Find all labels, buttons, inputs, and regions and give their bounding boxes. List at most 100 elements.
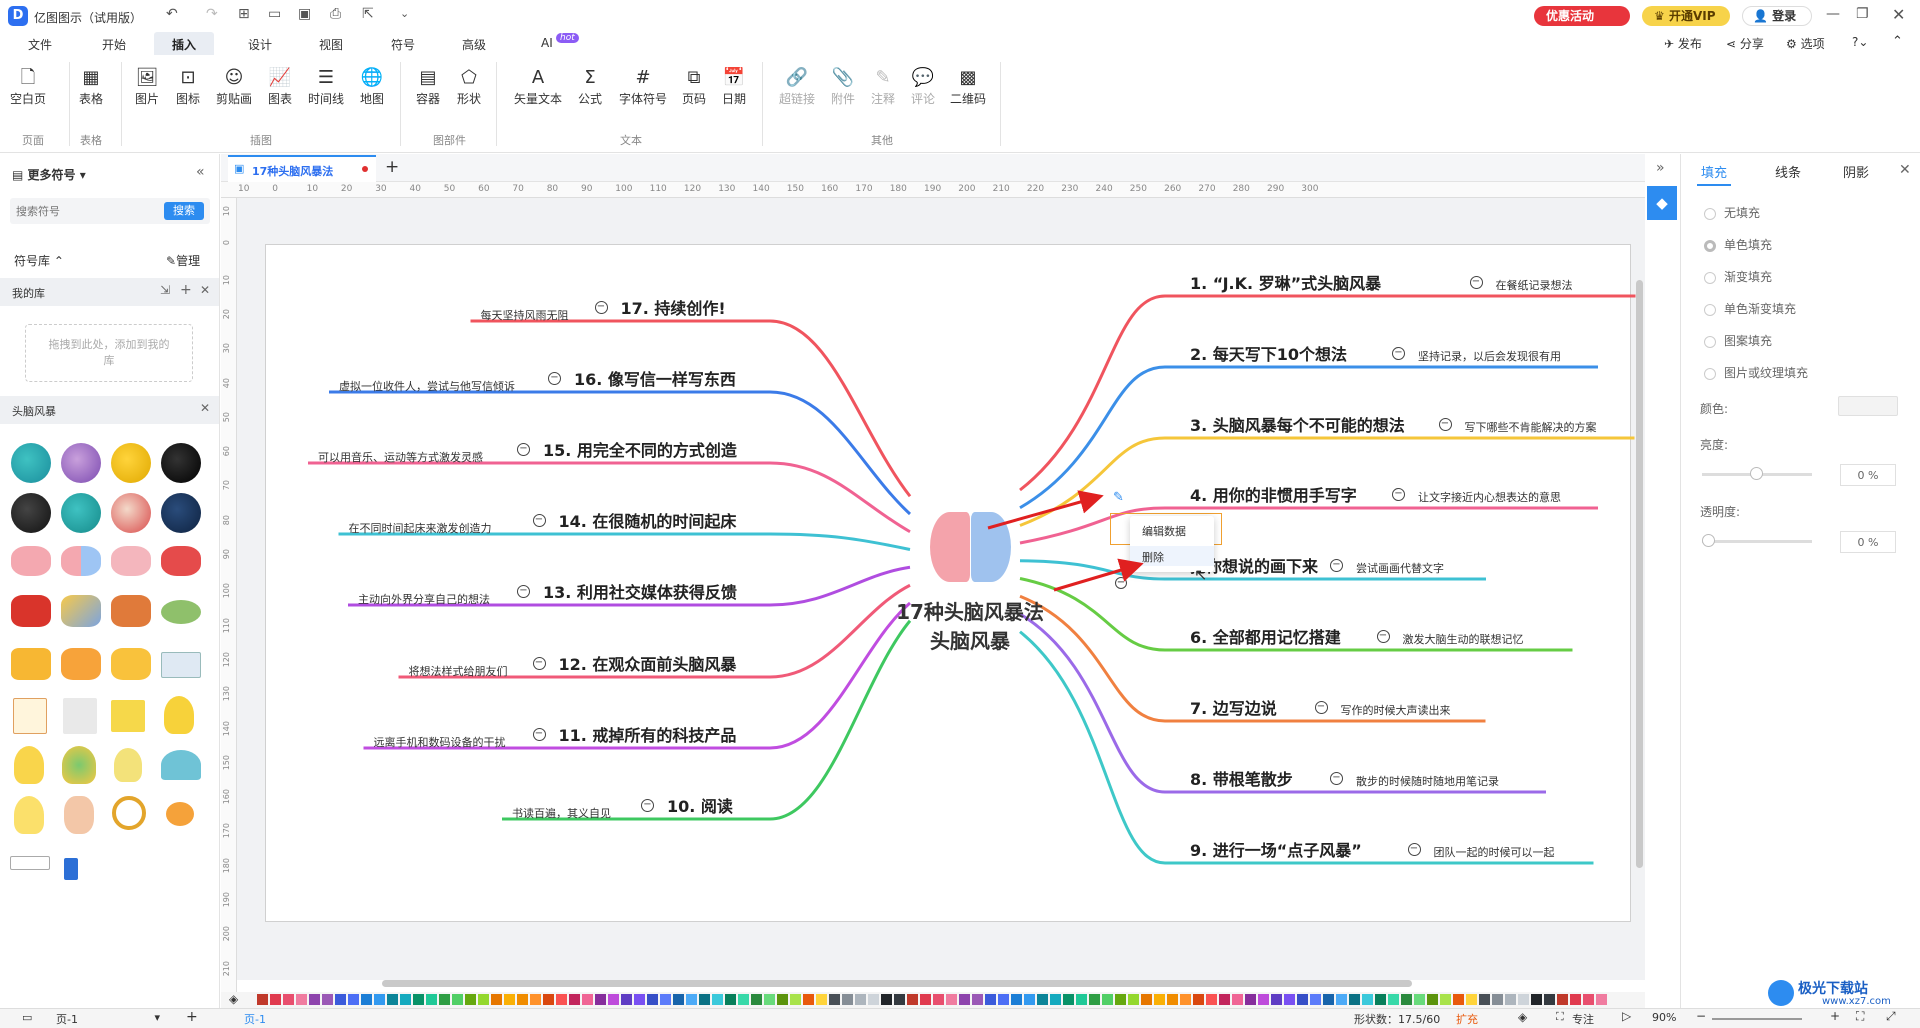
- color-swatch[interactable]: [556, 994, 567, 1005]
- color-swatch[interactable]: [1466, 994, 1477, 1005]
- page-tab[interactable]: 页-1: [244, 1011, 266, 1027]
- color-swatch[interactable]: [751, 994, 762, 1005]
- color-swatch[interactable]: [1362, 994, 1373, 1005]
- fill-option-solid[interactable]: 单色填充: [1704, 236, 1772, 253]
- brightness-value-input[interactable]: 0 %: [1840, 464, 1896, 486]
- color-swatch[interactable]: [1310, 994, 1321, 1005]
- zoom-slider[interactable]: [1712, 1018, 1802, 1020]
- color-swatch[interactable]: [465, 994, 476, 1005]
- color-swatch[interactable]: [569, 994, 580, 1005]
- color-swatch[interactable]: [1401, 994, 1412, 1005]
- color-swatch[interactable]: [1349, 994, 1360, 1005]
- color-swatch[interactable]: [1193, 994, 1204, 1005]
- color-swatch[interactable]: [1102, 994, 1113, 1005]
- color-swatch[interactable]: [738, 994, 749, 1005]
- color-swatch[interactable]: [634, 994, 645, 1005]
- color-swatch[interactable]: [296, 994, 307, 1005]
- color-swatch[interactable]: [1453, 994, 1464, 1005]
- focus-icon[interactable]: ⛶: [1556, 1010, 1564, 1024]
- fill-option-pattern[interactable]: 图案填充: [1704, 332, 1772, 349]
- color-swatch[interactable]: [985, 994, 996, 1005]
- color-swatch[interactable]: [1557, 994, 1568, 1005]
- fill-tool-button[interactable]: ◆: [1647, 186, 1677, 220]
- zoom-in-icon[interactable]: +: [1830, 1009, 1840, 1023]
- transparency-slider-thumb[interactable]: [1702, 534, 1715, 547]
- color-swatch[interactable]: [595, 994, 606, 1005]
- color-swatch[interactable]: [764, 994, 775, 1005]
- color-swatch[interactable]: [1154, 994, 1165, 1005]
- color-swatch[interactable]: [361, 994, 372, 1005]
- color-swatch[interactable]: [257, 994, 268, 1005]
- color-swatch[interactable]: [1206, 994, 1217, 1005]
- color-swatch[interactable]: [621, 994, 632, 1005]
- color-swatch[interactable]: [699, 994, 710, 1005]
- focus-label[interactable]: 专注: [1572, 1011, 1594, 1027]
- color-swatch[interactable]: [530, 994, 541, 1005]
- color-swatch[interactable]: [1076, 994, 1087, 1005]
- color-swatch[interactable]: [972, 994, 983, 1005]
- color-swatch[interactable]: [608, 994, 619, 1005]
- color-picker[interactable]: [1838, 396, 1898, 416]
- color-swatch[interactable]: [1388, 994, 1399, 1005]
- color-swatch[interactable]: [335, 994, 346, 1005]
- color-swatch[interactable]: [1245, 994, 1256, 1005]
- color-swatch[interactable]: [1141, 994, 1152, 1005]
- color-swatch[interactable]: [894, 994, 905, 1005]
- color-swatch[interactable]: [1050, 994, 1061, 1005]
- fit-page-icon[interactable]: ⛶: [1856, 1009, 1864, 1024]
- color-swatch[interactable]: [1323, 994, 1334, 1005]
- play-icon[interactable]: ▷: [1622, 1009, 1631, 1023]
- fill-bucket-icon[interactable]: ◈: [229, 992, 238, 1006]
- color-swatch[interactable]: [1128, 994, 1139, 1005]
- color-swatch[interactable]: [322, 994, 333, 1005]
- page-selector[interactable]: 页-1 ▾: [56, 1011, 160, 1027]
- layers-icon[interactable]: ◈: [1518, 1010, 1527, 1024]
- color-swatch[interactable]: [400, 994, 411, 1005]
- color-swatch[interactable]: [686, 994, 697, 1005]
- color-swatch[interactable]: [920, 994, 931, 1005]
- color-swatch[interactable]: [387, 994, 398, 1005]
- color-swatch[interactable]: [907, 994, 918, 1005]
- tab-line[interactable]: 线条: [1775, 162, 1801, 181]
- color-swatch[interactable]: [1518, 994, 1529, 1005]
- color-swatch[interactable]: [439, 994, 450, 1005]
- color-swatch[interactable]: [842, 994, 853, 1005]
- tab-shadow[interactable]: 阴影: [1843, 162, 1869, 181]
- color-swatch[interactable]: [1505, 994, 1516, 1005]
- color-swatch[interactable]: [1089, 994, 1100, 1005]
- vertical-scrollbar[interactable]: [1636, 280, 1643, 868]
- color-swatch[interactable]: [1570, 994, 1581, 1005]
- color-swatch[interactable]: [790, 994, 801, 1005]
- fill-option-gradient[interactable]: 渐变填充: [1704, 268, 1772, 285]
- color-swatch[interactable]: [959, 994, 970, 1005]
- color-swatch[interactable]: [1596, 994, 1607, 1005]
- color-swatch[interactable]: [803, 994, 814, 1005]
- color-swatch[interactable]: [374, 994, 385, 1005]
- color-swatch[interactable]: [517, 994, 528, 1005]
- color-swatch[interactable]: [309, 994, 320, 1005]
- color-swatch[interactable]: [673, 994, 684, 1005]
- color-swatch[interactable]: [1037, 994, 1048, 1005]
- color-swatch[interactable]: [1492, 994, 1503, 1005]
- color-swatch[interactable]: [829, 994, 840, 1005]
- color-swatch[interactable]: [777, 994, 788, 1005]
- color-swatch[interactable]: [1531, 994, 1542, 1005]
- color-swatch[interactable]: [881, 994, 892, 1005]
- color-swatch[interactable]: [491, 994, 502, 1005]
- color-swatch[interactable]: [413, 994, 424, 1005]
- horizontal-scrollbar[interactable]: [382, 980, 1412, 987]
- color-swatch[interactable]: [1336, 994, 1347, 1005]
- page-layout-icon[interactable]: ▭: [22, 1011, 32, 1024]
- color-swatch[interactable]: [855, 994, 866, 1005]
- close-panel-icon[interactable]: ✕: [1899, 162, 1911, 178]
- color-swatch[interactable]: [283, 994, 294, 1005]
- color-swatch[interactable]: [816, 994, 827, 1005]
- color-swatch[interactable]: [868, 994, 879, 1005]
- color-swatch[interactable]: [1479, 994, 1490, 1005]
- color-swatch[interactable]: [1115, 994, 1126, 1005]
- tab-fill[interactable]: 填充: [1701, 162, 1727, 181]
- expand-panel-icon[interactable]: »: [1656, 160, 1665, 176]
- color-swatch[interactable]: [504, 994, 515, 1005]
- color-swatch[interactable]: [1375, 994, 1386, 1005]
- transparency-value-input[interactable]: 0 %: [1840, 531, 1896, 553]
